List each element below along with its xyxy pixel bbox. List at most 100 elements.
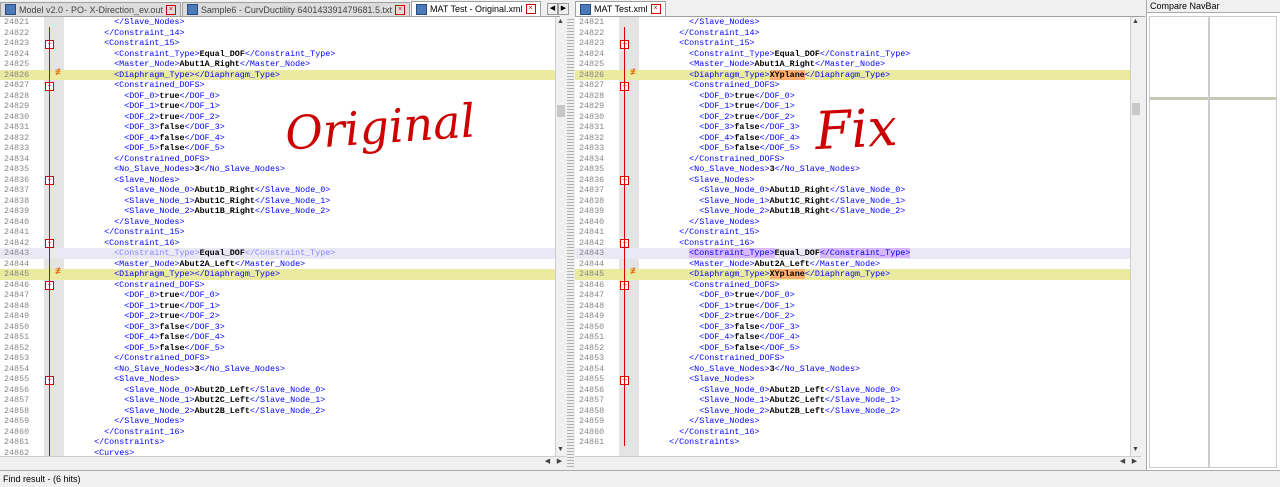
code-line[interactable]: 24861 </Constraints> <box>0 437 555 448</box>
tab-file[interactable]: MAT Test - Original.xml × <box>411 1 541 16</box>
code-line[interactable]: 24851 <DOF_4>false</DOF_4> <box>575 332 1130 343</box>
code-line[interactable]: 24851 <DOF_4>false</DOF_4> <box>0 332 555 343</box>
scroll-left-arrow-icon[interactable]: ◀ <box>1118 457 1127 466</box>
right-horizontal-scrollbar[interactable]: ◀ ▶ <box>575 456 1141 467</box>
code-line[interactable]: 24842 <Constraint_16> <box>0 238 555 249</box>
code-line[interactable]: 24821 </Slave_Nodes> <box>0 17 555 28</box>
code-line[interactable]: 24842 <Constraint_16> <box>575 238 1130 249</box>
tab-scroll-right-button[interactable]: ▶ <box>558 3 569 15</box>
code-line[interactable]: 24859 </Slave_Nodes> <box>0 416 555 427</box>
close-tab-icon[interactable]: × <box>395 4 406 15</box>
code-line[interactable]: 24844 <Master_Node>Abut2A_Left</Master_N… <box>0 259 555 270</box>
code-line[interactable]: 24855 <Slave_Nodes> <box>0 374 555 385</box>
code-line[interactable]: 24860 </Constraint_16> <box>575 427 1130 438</box>
code-line[interactable]: 24852 <DOF_5>false</DOF_5> <box>0 343 555 354</box>
scroll-right-arrow-icon[interactable]: ▶ <box>1130 457 1139 466</box>
scroll-up-arrow-icon[interactable]: ▲ <box>556 17 565 26</box>
code-line[interactable]: 24839 <Slave_Node_2>Abut1B_Right</Slave_… <box>0 206 555 217</box>
code-text: </Constraint_14> <box>679 27 760 38</box>
code-line[interactable]: 24821 </Slave_Nodes> <box>575 17 1130 28</box>
tab-file[interactable]: MAT Test.xml × <box>575 1 666 16</box>
code-line[interactable]: 24835 <No_Slave_Nodes>3</No_Slave_Nodes> <box>575 164 1130 175</box>
code-line[interactable]: 24853 </Constrained_DOFS> <box>575 353 1130 364</box>
right-editor-pane[interactable]: 24821 </Slave_Nodes> 24822 </Constraint_1… <box>575 17 1131 465</box>
tab-file[interactable]: Model v2.0 - PO- X-Direction_ev.out × <box>0 2 181 16</box>
code-line[interactable]: 24857 <Slave_Node_1>Abut2C_Left</Slave_N… <box>0 395 555 406</box>
code-line[interactable]: 24846 <Constrained_DOFS> <box>575 280 1130 291</box>
code-line[interactable]: 24834 </Constrained_DOFS> <box>0 154 555 165</box>
code-line[interactable]: 24848 <DOF_1>true</DOF_1> <box>0 301 555 312</box>
right-vertical-scrollbar[interactable]: ▲ ▼ <box>1130 17 1141 456</box>
code-line[interactable]: 24844 <Master_Node>Abut2A_Left</Master_N… <box>575 259 1130 270</box>
code-line[interactable]: 24841 </Constraint_15> <box>0 227 555 238</box>
code-line[interactable]: 24822 </Constraint_14> <box>0 28 555 39</box>
code-line[interactable]: 24854 <No_Slave_Nodes>3</No_Slave_Nodes> <box>575 364 1130 375</box>
navbar-right-column[interactable] <box>1209 16 1277 468</box>
navbar-left-column[interactable] <box>1149 16 1209 468</box>
code-line[interactable]: 24861 </Constraints> <box>575 437 1130 448</box>
code-line[interactable]: 24846 <Constrained_DOFS> <box>0 280 555 291</box>
code-line[interactable]: 24838 <Slave_Node_1>Abut1C_Right</Slave_… <box>575 196 1130 207</box>
close-tab-icon[interactable]: × <box>165 4 176 15</box>
tab-scroll-left-button[interactable]: ◀ <box>547 3 558 15</box>
code-line[interactable]: 24840 </Slave_Nodes> <box>575 217 1130 228</box>
left-horizontal-scrollbar[interactable]: ◀ ▶ <box>0 456 566 467</box>
code-line[interactable]: 24860 </Constraint_16> <box>0 427 555 438</box>
code-line[interactable]: 24836 <Slave_Nodes> <box>0 175 555 186</box>
code-line[interactable]: 24824 <Constraint_Type>Equal_DOF</Constr… <box>0 49 555 60</box>
scroll-left-arrow-icon[interactable]: ◀ <box>543 457 552 466</box>
scroll-right-arrow-icon[interactable]: ▶ <box>555 457 564 466</box>
code-line[interactable]: 24852 <DOF_5>false</DOF_5> <box>575 343 1130 354</box>
code-line[interactable]: 24859 </Slave_Nodes> <box>575 416 1130 427</box>
code-line[interactable]: 24826 <Diaphragm_Type></Diaphragm_Type> ≢ <box>0 68 555 80</box>
left-editor-pane[interactable]: 24821 </Slave_Nodes> 24822 </Constraint_1… <box>0 17 556 465</box>
left-vertical-scrollbar[interactable]: ▲ ▼ <box>555 17 566 456</box>
code-line[interactable]: 24835 <No_Slave_Nodes>3</No_Slave_Nodes> <box>0 164 555 175</box>
code-line[interactable]: 24841 </Constraint_15> <box>575 227 1130 238</box>
code-line[interactable]: 24857 <Slave_Node_1>Abut2C_Left</Slave_N… <box>575 395 1130 406</box>
code-line[interactable]: 24837 <Slave_Node_0>Abut1D_Right</Slave_… <box>0 185 555 196</box>
code-line[interactable]: 24825 <Master_Node>Abut1A_Right</Master_… <box>575 59 1130 70</box>
close-tab-icon[interactable]: × <box>650 4 661 14</box>
code-line[interactable]: 24836 <Slave_Nodes> <box>575 175 1130 186</box>
left-scroll-thumb[interactable] <box>557 105 565 117</box>
scroll-down-arrow-icon[interactable]: ▼ <box>1131 445 1140 454</box>
find-result-label[interactable]: Find result - (6 hits) <box>3 474 81 484</box>
code-line[interactable]: 24840 </Slave_Nodes> <box>0 217 555 228</box>
code-line[interactable]: 24838 <Slave_Node_1>Abut1C_Right</Slave_… <box>0 196 555 207</box>
close-tab-icon[interactable]: × <box>525 4 536 14</box>
code-line[interactable]: 24827 <Constrained_DOFS> <box>0 80 555 91</box>
code-line[interactable]: 24848 <DOF_1>true</DOF_1> <box>575 301 1130 312</box>
code-line[interactable]: 24824 <Constraint_Type>Equal_DOF</Constr… <box>575 49 1130 60</box>
code-line[interactable]: 24845 <Diaphragm_Type>XYplane</Diaphragm… <box>575 267 1130 280</box>
code-line[interactable]: 24847 <DOF_0>true</DOF_0> <box>0 290 555 301</box>
code-line[interactable]: 24843 <Constraint_Type>Equal_DOF</Constr… <box>0 248 555 259</box>
code-line[interactable]: 24839 <Slave_Node_2>Abut1B_Right</Slave_… <box>575 206 1130 217</box>
code-line[interactable]: 24823 <Constraint_15> <box>0 38 555 49</box>
tab-file[interactable]: Sample6 - CurvDuctility 640143391479681.… <box>181 2 411 16</box>
code-line[interactable]: 24849 <DOF_2>true</DOF_2> <box>575 311 1130 322</box>
code-line[interactable]: 24858 <Slave_Node_2>Abut2B_Left</Slave_N… <box>0 406 555 417</box>
code-line[interactable]: 24853 </Constrained_DOFS> <box>0 353 555 364</box>
code-line[interactable]: 24837 <Slave_Node_0>Abut1D_Right</Slave_… <box>575 185 1130 196</box>
code-line[interactable]: 24847 <DOF_0>true</DOF_0> <box>575 290 1130 301</box>
code-line[interactable]: 24823 <Constraint_15> <box>575 38 1130 49</box>
code-line[interactable]: 24827 <Constrained_DOFS> <box>575 80 1130 91</box>
code-line[interactable]: 24849 <DOF_2>true</DOF_2> <box>0 311 555 322</box>
code-line[interactable]: 24822 </Constraint_14> <box>575 28 1130 39</box>
code-line[interactable]: 24850 <DOF_3>false</DOF_3> <box>575 322 1130 333</box>
right-scroll-thumb[interactable] <box>1132 103 1140 115</box>
code-line[interactable]: 24850 <DOF_3>false</DOF_3> <box>0 322 555 333</box>
code-line[interactable]: 24858 <Slave_Node_2>Abut2B_Left</Slave_N… <box>575 406 1130 417</box>
pane-splitter[interactable] <box>567 17 574 467</box>
code-line[interactable]: 24845 <Diaphragm_Type></Diaphragm_Type> ≢ <box>0 267 555 280</box>
code-line[interactable]: 24843 <Constraint_Type>Equal_DOF</Constr… <box>575 248 1130 259</box>
code-line[interactable]: 24826 <Diaphragm_Type>XYplane</Diaphragm… <box>575 68 1130 80</box>
code-line[interactable]: 24855 <Slave_Nodes> <box>575 374 1130 385</box>
code-line[interactable]: 24825 <Master_Node>Abut1A_Right</Master_… <box>0 59 555 70</box>
code-line[interactable]: 24856 <Slave_Node_0>Abut2D_Left</Slave_N… <box>0 385 555 396</box>
scroll-up-arrow-icon[interactable]: ▲ <box>1131 17 1140 26</box>
scroll-down-arrow-icon[interactable]: ▼ <box>556 445 565 454</box>
code-line[interactable]: 24856 <Slave_Node_0>Abut2D_Left</Slave_N… <box>575 385 1130 396</box>
code-line[interactable]: 24854 <No_Slave_Nodes>3</No_Slave_Nodes> <box>0 364 555 375</box>
